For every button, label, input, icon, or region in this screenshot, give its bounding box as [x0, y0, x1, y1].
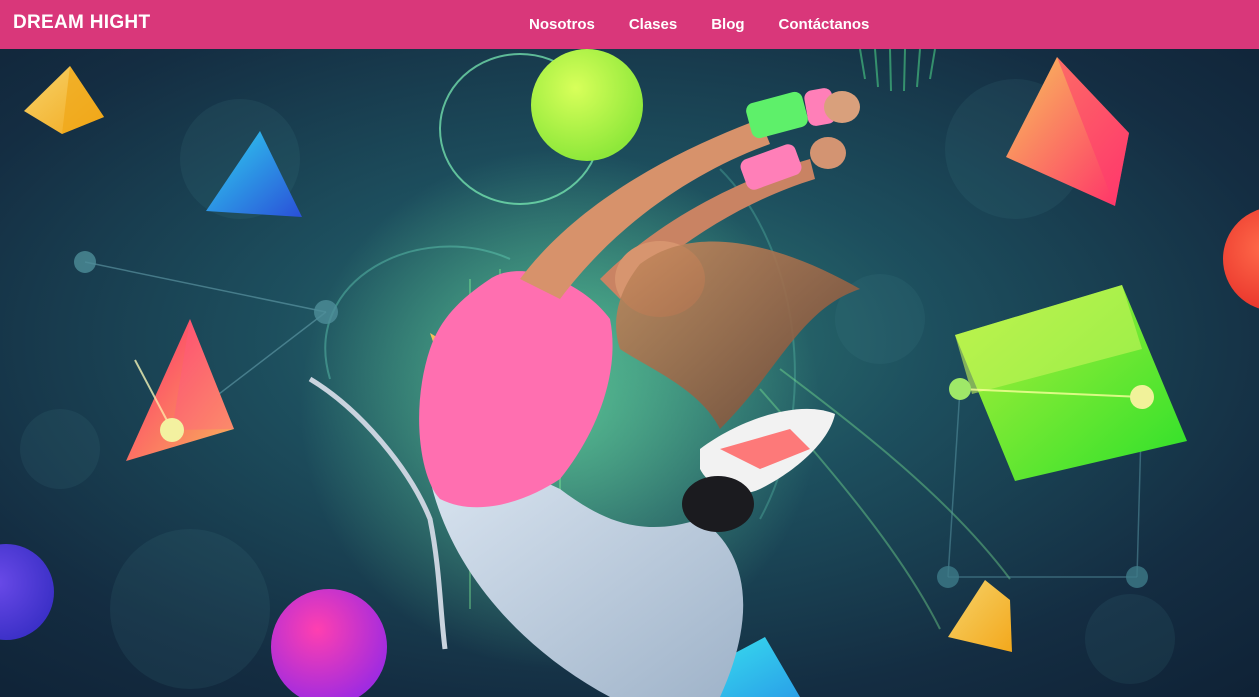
nav-link-nosotros[interactable]: Nosotros — [512, 0, 612, 49]
brand-logo[interactable]: DREAM HIGHT — [13, 12, 150, 34]
hero-banner — [0, 49, 1259, 697]
nav-link-blog[interactable]: Blog — [694, 0, 761, 49]
dancer-hero-image — [0, 49, 1259, 697]
nav-link-clases[interactable]: Clases — [612, 0, 694, 49]
top-navbar: DREAM HIGHT Nosotros Clases Blog Contáct… — [0, 0, 1259, 49]
nav-link-contactanos[interactable]: Contáctanos — [762, 0, 887, 49]
main-nav: Nosotros Clases Blog Contáctanos — [512, 0, 886, 49]
